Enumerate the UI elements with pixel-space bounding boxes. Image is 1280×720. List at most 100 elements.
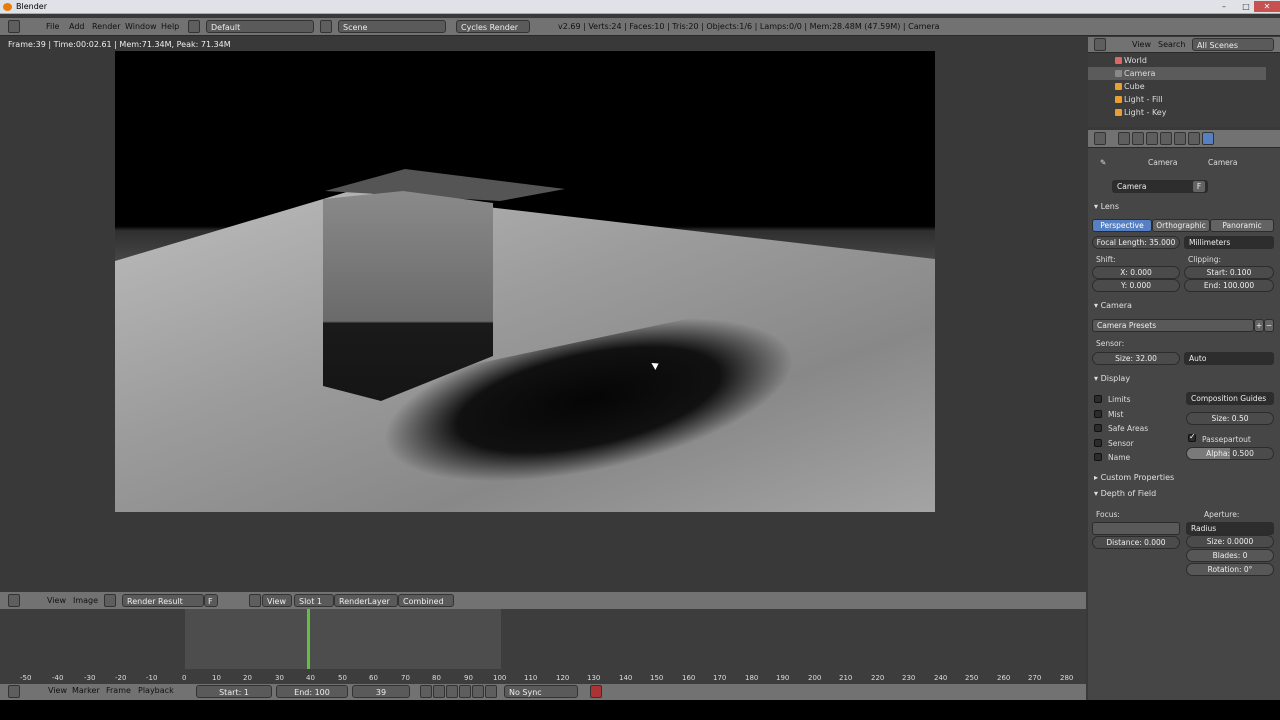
- menu-help[interactable]: Help: [161, 20, 179, 33]
- lens-perspective-button[interactable]: Perspective: [1092, 219, 1152, 232]
- current-frame-field[interactable]: 39: [352, 685, 410, 698]
- sensor-checkbox[interactable]: [1094, 439, 1102, 447]
- prev-keyframe-icon[interactable]: [433, 685, 445, 698]
- menu-window[interactable]: Window: [125, 20, 157, 33]
- layout-icon[interactable]: [188, 20, 200, 33]
- camera-fake-user[interactable]: F: [1192, 180, 1206, 193]
- outliner-item-light-key[interactable]: Light - Key: [1088, 106, 1266, 119]
- properties-type-icon[interactable]: [1094, 132, 1106, 145]
- scene-icon[interactable]: [320, 20, 332, 33]
- timeline-type-icon[interactable]: [8, 685, 20, 698]
- render-pass-dropdown[interactable]: Combined: [398, 594, 454, 607]
- menu-file[interactable]: File: [46, 20, 59, 33]
- play-icon[interactable]: [459, 685, 471, 698]
- outliner-item-world[interactable]: World: [1088, 54, 1266, 67]
- outliner-item-camera[interactable]: Camera: [1088, 67, 1266, 80]
- timeline-menu-frame[interactable]: Frame: [106, 686, 131, 695]
- safe-areas-checkbox[interactable]: [1094, 424, 1102, 432]
- menu-add[interactable]: Add: [69, 20, 85, 33]
- limits-checkbox[interactable]: [1094, 395, 1102, 403]
- aperture-blades-field[interactable]: Blades: 0: [1186, 549, 1274, 562]
- view-dropdown[interactable]: View: [262, 594, 292, 607]
- shift-x-field[interactable]: X: 0.000: [1092, 266, 1180, 279]
- tab-layers-icon[interactable]: [1132, 132, 1144, 145]
- lens-unit-dropdown[interactable]: Millimeters: [1184, 236, 1274, 249]
- maximize-button[interactable]: □: [1236, 1, 1256, 12]
- lens-orthographic-button[interactable]: Orthographic: [1152, 219, 1210, 232]
- timeline-menu-playback[interactable]: Playback: [138, 686, 174, 695]
- outliner-filter-dropdown[interactable]: All Scenes: [1192, 38, 1274, 51]
- timeline-editor[interactable]: -50 -40 -30 -20 -10 0 10 20 30 40 50 60 …: [0, 609, 1086, 684]
- image-menu-image[interactable]: Image: [73, 594, 98, 607]
- render-layer-dropdown[interactable]: RenderLayer: [334, 594, 398, 607]
- start-frame-field[interactable]: Start: 1: [196, 685, 272, 698]
- slot-dropdown[interactable]: Slot 1: [294, 594, 334, 607]
- jump-start-icon[interactable]: [420, 685, 432, 698]
- composition-guides-dropdown[interactable]: Composition Guides: [1186, 392, 1274, 405]
- record-icon[interactable]: [590, 685, 602, 698]
- image-editor-type-icon[interactable]: [8, 594, 20, 607]
- display-panel-header[interactable]: ▾ Display: [1094, 374, 1130, 383]
- aperture-rotation-field[interactable]: Rotation: 0°: [1186, 563, 1274, 576]
- camera-presets-dropdown[interactable]: Camera Presets: [1092, 319, 1254, 332]
- focus-distance-field[interactable]: Distance: 0.000: [1092, 536, 1180, 549]
- scene-selector[interactable]: Scene: [338, 20, 446, 33]
- minimize-button[interactable]: –: [1214, 1, 1234, 12]
- tab-camera-data-icon[interactable]: [1202, 132, 1214, 145]
- current-frame-indicator[interactable]: [307, 609, 310, 669]
- outliner-item-light-fill[interactable]: Light - Fill: [1088, 93, 1266, 106]
- aperture-size-field[interactable]: Size: 0.0000: [1186, 535, 1274, 548]
- outliner-menu-search[interactable]: Search: [1158, 38, 1185, 51]
- image-browse-icon[interactable]: [104, 594, 116, 607]
- pin-icon[interactable]: ✎: [1100, 158, 1106, 167]
- lens-panoramic-button[interactable]: Panoramic: [1210, 219, 1274, 232]
- mist-checkbox[interactable]: [1094, 410, 1102, 418]
- timeline-menu-marker[interactable]: Marker: [72, 686, 100, 695]
- passepartout-checkbox[interactable]: [1188, 432, 1196, 442]
- camera-panel-header[interactable]: ▾ Camera: [1094, 301, 1132, 310]
- editor-type-icon[interactable]: [8, 20, 20, 33]
- outliner[interactable]: View Search All Scenes World Camera Cube…: [1088, 37, 1280, 127]
- focal-length-field[interactable]: Focal Length: 35.000: [1092, 236, 1180, 249]
- tab-constraints-icon[interactable]: [1188, 132, 1200, 145]
- dof-panel-header[interactable]: ▾ Depth of Field: [1094, 489, 1156, 498]
- shift-y-field[interactable]: Y: 0.000: [1092, 279, 1180, 292]
- play-reverse-icon[interactable]: [446, 685, 458, 698]
- image-menu-view[interactable]: View: [47, 594, 66, 607]
- view-icon[interactable]: [249, 594, 261, 607]
- tick-label: 280: [1060, 674, 1074, 682]
- remove-preset-button[interactable]: −: [1264, 319, 1274, 332]
- name-label: Name: [1108, 453, 1131, 462]
- render-engine-dropdown[interactable]: Cycles Render: [456, 20, 530, 33]
- tab-render-icon[interactable]: [1118, 132, 1130, 145]
- custom-properties-header[interactable]: ▸ Custom Properties: [1094, 473, 1174, 482]
- focus-object-field[interactable]: [1092, 522, 1180, 535]
- sensor-size-field[interactable]: Size: 32.00: [1092, 352, 1180, 365]
- layout-selector[interactable]: Default: [206, 20, 314, 33]
- clip-end-field[interactable]: End: 100.000: [1184, 279, 1274, 292]
- sensor-fit-dropdown[interactable]: Auto: [1184, 352, 1274, 365]
- clip-start-field[interactable]: Start: 0.100: [1184, 266, 1274, 279]
- outliner-type-icon[interactable]: [1094, 38, 1106, 51]
- add-preset-button[interactable]: +: [1254, 319, 1264, 332]
- aperture-type-dropdown[interactable]: Radius: [1186, 522, 1274, 535]
- sync-mode-dropdown[interactable]: No Sync: [504, 685, 578, 698]
- jump-end-icon[interactable]: [485, 685, 497, 698]
- image-datablock[interactable]: Render Result: [122, 594, 204, 607]
- tab-world-icon[interactable]: [1160, 132, 1172, 145]
- tab-object-icon[interactable]: [1174, 132, 1186, 145]
- close-button[interactable]: ✕: [1254, 1, 1280, 12]
- display-size-field[interactable]: Size: 0.50: [1186, 412, 1274, 425]
- lens-panel-header[interactable]: ▾ Lens: [1094, 202, 1119, 211]
- name-checkbox[interactable]: [1094, 453, 1102, 461]
- end-frame-field[interactable]: End: 100: [276, 685, 348, 698]
- timeline-menu-view[interactable]: View: [48, 686, 67, 695]
- outliner-item-cube[interactable]: Cube: [1088, 80, 1266, 93]
- render-result-image[interactable]: [115, 51, 935, 512]
- tab-scene-icon[interactable]: [1146, 132, 1158, 145]
- next-keyframe-icon[interactable]: [472, 685, 484, 698]
- outliner-menu-view[interactable]: View: [1132, 38, 1151, 51]
- passepartout-alpha-slider[interactable]: Alpha: 0.500: [1186, 447, 1274, 460]
- image-fake-user[interactable]: F: [204, 594, 218, 607]
- menu-render[interactable]: Render: [92, 20, 120, 33]
